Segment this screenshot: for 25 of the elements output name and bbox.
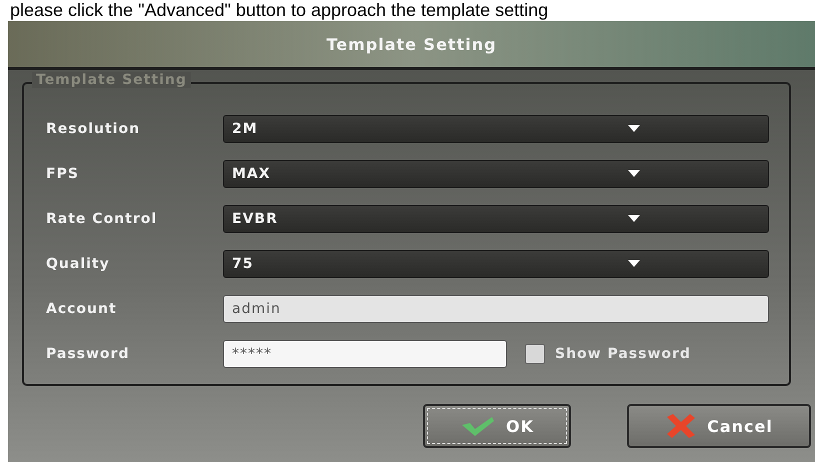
- caption-text: please click the "Advanced" button to approach the template setting: [9, 0, 550, 21]
- checkbox[interactable]: [525, 344, 545, 364]
- window-title: Template Setting: [326, 34, 497, 54]
- caret-icon: [628, 260, 640, 267]
- checkbox-label: Show Password: [555, 346, 691, 362]
- field-label: Rate Control: [46, 210, 158, 226]
- dropdown[interactable]: EVBR: [223, 204, 769, 232]
- password-field[interactable]: *****: [223, 340, 507, 368]
- field-label: Quality: [46, 256, 111, 272]
- dropdown[interactable]: 75: [223, 250, 769, 278]
- group-title: Template Setting: [32, 72, 191, 88]
- field-label: Password: [46, 346, 130, 362]
- caret-icon: [628, 215, 640, 222]
- dropdown[interactable]: MAX: [223, 160, 769, 188]
- ok-button[interactable]: OK: [423, 404, 571, 448]
- close-icon: [665, 413, 698, 439]
- checkmark-icon: [460, 415, 496, 437]
- caret-icon: [628, 170, 640, 177]
- dropdown[interactable]: 2M: [223, 114, 769, 142]
- caret-icon: [628, 125, 640, 132]
- field-label: Resolution: [46, 120, 142, 136]
- cancel-button[interactable]: Cancel: [627, 404, 811, 448]
- input-field[interactable]: admin: [223, 294, 769, 322]
- field-label: FPS: [46, 166, 80, 182]
- field-label: Account: [46, 300, 118, 316]
